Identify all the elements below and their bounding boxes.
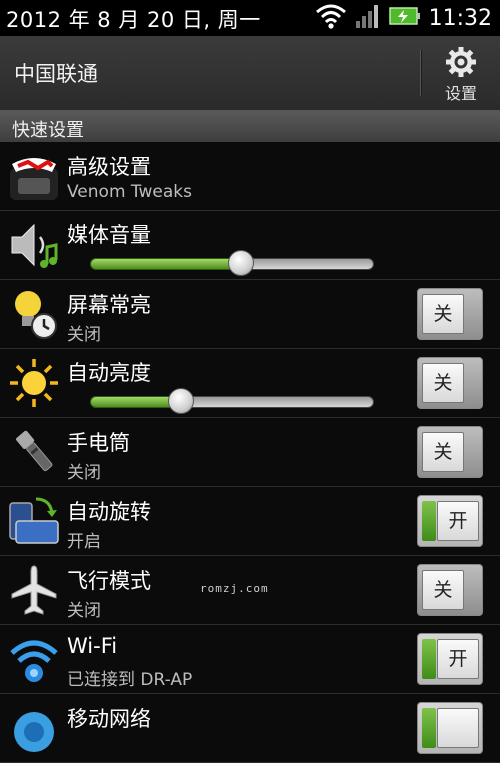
status-bar: 2012 年 8 月 20 日, 周一 11:32 [0,0,500,36]
status-icons: 11:32 [315,3,492,33]
row-title: Wi-Fi [67,634,118,658]
signal-icon [355,3,381,33]
settings-label: 设置 [444,84,477,103]
wifi-icon [8,633,60,685]
toggle-knob: 关 [422,432,464,472]
row-title: 飞行模式 [67,569,151,593]
list-item-mobile-network[interactable]: 移动网络 [0,694,500,763]
carrier-name: 中国联通 [14,62,98,86]
battery-charging-icon [388,5,421,31]
toggle-on-indicator [422,708,436,748]
notification-header: 中国联通 设置 [0,36,500,111]
row-subtitle: 开启 [67,532,101,552]
toggle-knob: 关 [422,363,464,403]
list-item-flashlight[interactable]: 手电筒 关闭 关 [0,418,500,487]
gear-icon [432,46,490,78]
wifi-status-icon [315,3,347,33]
row-subtitle: 关闭 [67,601,101,621]
speaker-icon [8,219,60,271]
quick-settings-header: 快速设置 [0,111,500,143]
row-title: 移动网络 [67,707,151,731]
list-item-advanced-settings[interactable]: 高级设置 Venom Tweaks [0,142,500,211]
toggle-knob: 关 [422,570,464,610]
status-time: 11:32 [428,5,492,31]
status-date: 2012 年 8 月 20 日, 周一 [6,8,261,32]
slider-thumb[interactable] [227,250,254,276]
mobile-network-icon [8,702,60,754]
list-item-screen-stay-on[interactable]: 屏幕常亮 关闭 关 [0,280,500,349]
airplane-mode-toggle[interactable]: 关 [417,564,483,616]
auto-brightness-toggle[interactable]: 关 [417,357,483,409]
list-item-auto-brightness: 自动亮度 关 [0,349,500,418]
toggle-knob: 开 [437,501,479,541]
venom-icon [8,150,60,202]
screen-stay-on-toggle[interactable]: 关 [417,288,483,340]
slider-thumb[interactable] [167,388,194,414]
flashlight-icon [8,426,60,478]
auto-rotate-toggle[interactable]: 开 [417,495,483,547]
settings-button[interactable]: 设置 [432,42,490,106]
slider-fill [90,258,241,270]
rotate-icon [8,495,60,547]
toggle-knob: 开 [437,639,479,679]
row-subtitle: 关闭 [67,463,101,483]
brightness-slider[interactable] [90,388,374,416]
mobile-network-toggle[interactable] [417,702,483,754]
row-title: 屏幕常亮 [67,293,151,317]
watermark-text: romzj.com [200,582,269,595]
list-item-wifi[interactable]: Wi-Fi 已连接到 DR-AP 开 [0,625,500,694]
row-title: 高级设置 [67,155,151,179]
toggle-on-indicator [422,639,436,679]
row-subtitle: 关闭 [67,325,101,345]
row-title: 手电筒 [67,431,130,455]
flashlight-toggle[interactable]: 关 [417,426,483,478]
list-item-media-volume: 媒体音量 [0,211,500,280]
bulb-clock-icon [8,288,60,340]
row-subtitle: Venom Tweaks [67,182,192,202]
airplane-icon [8,564,60,616]
wifi-toggle[interactable]: 开 [417,633,483,685]
row-title: 媒体音量 [67,223,151,247]
row-title: 自动亮度 [67,361,151,385]
row-subtitle: 已连接到 DR-AP [67,670,193,690]
toggle-on-indicator [422,501,436,541]
header-divider [420,50,422,96]
toggle-knob: 关 [422,294,464,334]
quick-settings-list: 高级设置 Venom Tweaks 媒体音量 屏幕常亮 关闭 关 自动亮度 关 … [0,142,500,763]
section-title: 快速设置 [12,120,84,141]
list-item-auto-rotate[interactable]: 自动旋转 开启 开 [0,487,500,556]
sun-icon [8,357,60,409]
media-volume-slider[interactable] [90,250,374,278]
toggle-knob [437,708,479,748]
row-title: 自动旋转 [67,500,151,524]
